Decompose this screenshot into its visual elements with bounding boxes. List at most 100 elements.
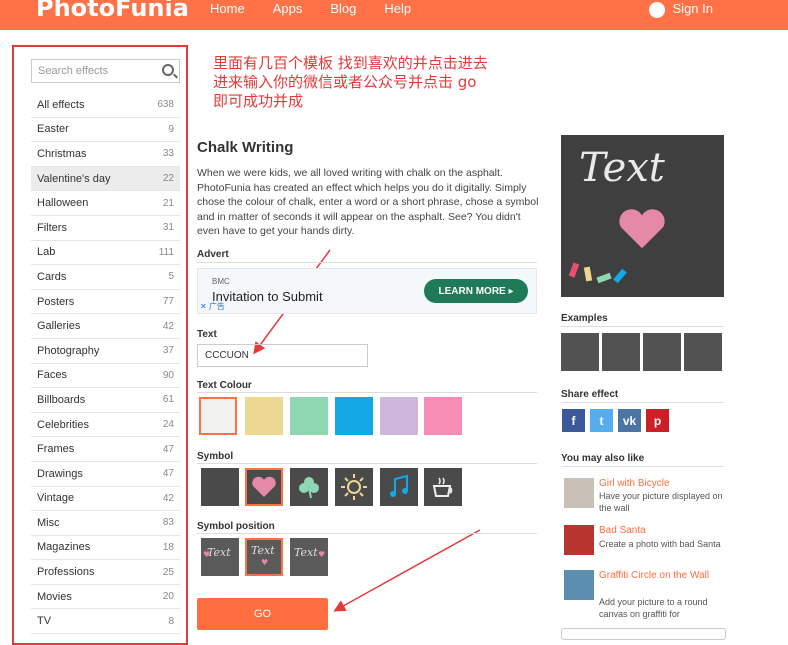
go-button[interactable]: GO <box>197 598 328 630</box>
nav-blog[interactable]: Blog <box>330 1 356 16</box>
sidebar-item-tv[interactable]: TV 8 <box>31 609 180 635</box>
heart-icon <box>252 476 276 497</box>
annotation-line-3: 即可成功并成 <box>213 92 304 110</box>
sidebar-item-misc[interactable]: Misc 83 <box>31 511 180 536</box>
photofunia-logo[interactable]: PhotoFunia <box>36 0 189 22</box>
sidebar-item-count: 77 <box>162 296 174 308</box>
facebook-icon[interactable]: f <box>562 409 585 432</box>
colour-swatch-3[interactable] <box>335 397 373 435</box>
sidebar-item-celebrities[interactable]: Celebrities 24 <box>31 413 180 438</box>
sidebar-item-billboards[interactable]: Billboards 61 <box>31 388 180 413</box>
chalk-piece <box>583 266 593 282</box>
sidebar-item-halloween[interactable]: Halloween 21 <box>31 191 180 216</box>
examples-label: Examples <box>561 313 608 324</box>
related-effect-graffiti-circle[interactable]: Graffiti Circle on the Wall Add your pic… <box>561 570 726 619</box>
related-effect-bad-santa[interactable]: Bad Santa Create a photo with bad Santa <box>561 525 726 565</box>
twitter-icon[interactable]: t <box>590 409 613 432</box>
sidebar-item-posters[interactable]: Posters 77 <box>31 290 180 315</box>
related-title[interactable]: Girl with Bicycle <box>599 478 725 490</box>
sidebar-item-count: 8 <box>168 615 174 627</box>
sidebar-item-label: Drawings <box>37 467 83 480</box>
ad-learn-more-button[interactable]: LEARN MORE ▸ <box>424 279 528 303</box>
sidebar-item-filters[interactable]: Filters 31 <box>31 216 180 241</box>
sidebar-item-all-effects[interactable]: All effects 638 <box>31 93 180 118</box>
related-thumbnail <box>564 525 594 555</box>
related-title[interactable]: Graffiti Circle on the Wall <box>599 570 725 582</box>
sidebar-item-valentine-s-day[interactable]: Valentine's day 22 <box>31 166 180 192</box>
sidebar-item-movies[interactable]: Movies 20 <box>31 585 180 610</box>
sidebar-item-label: Celebrities <box>37 418 89 431</box>
search-effects-input[interactable]: Search effects <box>31 59 180 83</box>
advert-banner[interactable]: BMC Invitation to Submit ✕ 广告 LEARN MORE… <box>197 268 537 314</box>
top-navigation-bar: PhotoFunia Home Apps Blog Help Sign In <box>0 0 788 30</box>
divider <box>561 402 724 403</box>
sidebar-item-galleries[interactable]: Galleries 42 <box>31 314 180 339</box>
colour-swatch-2[interactable] <box>290 397 328 435</box>
sidebar-item-label: Misc <box>37 516 60 529</box>
text-label: Text <box>197 329 217 340</box>
colour-swatch-4[interactable] <box>380 397 418 435</box>
example-thumbnail[interactable] <box>684 333 722 371</box>
sidebar-item-vintage[interactable]: Vintage 42 <box>31 487 180 512</box>
sign-in-link[interactable]: Sign In <box>648 0 713 18</box>
symbol-coffee-cup[interactable] <box>424 468 462 506</box>
share-effect-label: Share effect <box>561 389 619 400</box>
symbol-clover[interactable] <box>290 468 328 506</box>
example-thumbnail[interactable] <box>602 333 640 371</box>
sidebar-item-label: Lab <box>37 246 56 259</box>
sidebar-item-count: 31 <box>162 222 174 234</box>
sidebar-item-professions[interactable]: Professions 25 <box>31 560 180 585</box>
sidebar-item-label: Billboards <box>37 393 86 406</box>
sidebar-item-label: Posters <box>37 295 75 308</box>
load-more-box[interactable] <box>561 628 726 640</box>
example-thumbnail[interactable] <box>643 333 681 371</box>
nav-home[interactable]: Home <box>210 1 245 16</box>
related-title[interactable]: Bad Santa <box>599 525 725 537</box>
text-input[interactable]: CCCUON <box>197 344 368 367</box>
position-sample-text: Text <box>251 544 275 557</box>
example-thumbnail[interactable] <box>561 333 599 371</box>
related-thumbnail <box>564 570 594 600</box>
main-nav: Home Apps Blog Help <box>210 1 439 16</box>
sidebar-item-label: Faces <box>37 369 67 382</box>
symbol-music-note[interactable] <box>380 468 418 506</box>
coffee-cup-icon <box>432 477 453 497</box>
sidebar-item-magazines[interactable]: Magazines 18 <box>31 536 180 561</box>
sidebar-item-count: 9 <box>168 123 174 135</box>
sidebar-item-faces[interactable]: Faces 90 <box>31 364 180 389</box>
sidebar-item-count: 5 <box>168 271 174 283</box>
vk-icon[interactable]: vk <box>618 409 641 432</box>
related-effect-girl-with-bicycle[interactable]: Girl with Bicycle Have your picture disp… <box>561 478 726 518</box>
effect-description: When we were kids, we all loved writing … <box>197 167 539 237</box>
symbol-position-left[interactable]: Text ♥ <box>201 538 239 576</box>
nav-help[interactable]: Help <box>384 1 411 16</box>
colour-swatch-1[interactable] <box>245 397 283 435</box>
sidebar-item-count: 20 <box>162 591 174 603</box>
pinterest-icon[interactable]: p <box>646 409 669 432</box>
sidebar-item-count: 111 <box>158 246 174 258</box>
ad-headline: Invitation to Submit <box>212 289 323 304</box>
colour-swatch-5[interactable] <box>424 397 462 435</box>
sidebar-item-count: 37 <box>162 345 174 357</box>
divider <box>197 262 537 263</box>
symbol-position-below[interactable]: Text ♥ <box>245 538 283 576</box>
symbol-position-right[interactable]: Text ♥ <box>290 538 328 576</box>
sidebar-item-photography[interactable]: Photography 37 <box>31 339 180 364</box>
sidebar-item-drawings[interactable]: Drawings 47 <box>31 462 180 487</box>
nav-apps[interactable]: Apps <box>273 1 303 16</box>
symbol-sun[interactable] <box>335 468 373 506</box>
effect-title: Chalk Writing <box>197 139 294 156</box>
colour-swatch-0[interactable] <box>199 397 237 435</box>
sidebar-item-cards[interactable]: Cards 5 <box>31 265 180 290</box>
sidebar-item-count: 24 <box>162 419 174 431</box>
sidebar-item-count: 83 <box>162 517 174 529</box>
symbol-none[interactable] <box>201 468 239 506</box>
sidebar-item-frames[interactable]: Frames 47 <box>31 437 180 462</box>
sidebar-item-christmas[interactable]: Christmas 33 <box>31 142 180 167</box>
sidebar-item-easter[interactable]: Easter 9 <box>31 118 180 143</box>
sidebar-item-lab[interactable]: Lab 111 <box>31 241 180 266</box>
search-icon[interactable] <box>162 64 174 76</box>
symbol-heart[interactable] <box>245 468 283 506</box>
ad-choices-icon[interactable]: ✕ 广告 <box>200 301 225 312</box>
symbol-label: Symbol <box>197 451 234 462</box>
